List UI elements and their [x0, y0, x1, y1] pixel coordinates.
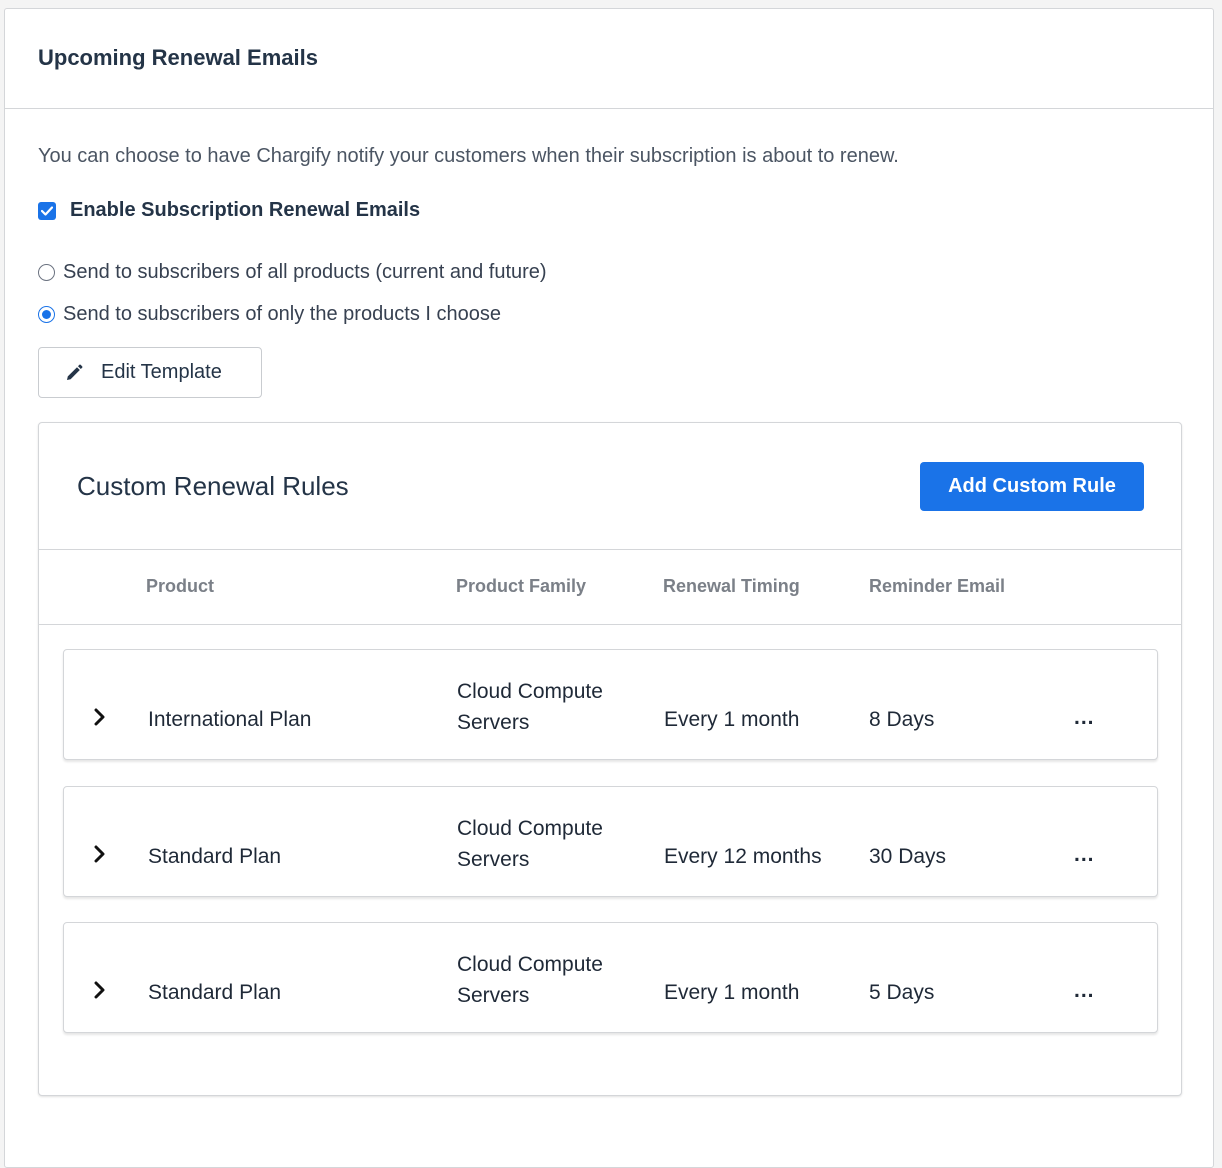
- radio-chosen-products[interactable]: [38, 306, 55, 323]
- column-header-renewal-timing: Renewal Timing: [663, 576, 800, 596]
- panel-title: Upcoming Renewal Emails: [38, 45, 318, 70]
- panel-header: Upcoming Renewal Emails: [5, 9, 1213, 109]
- rule-reminder-email: 5 Days: [869, 981, 935, 1004]
- column-header-reminder-email: Reminder Email: [869, 576, 1006, 596]
- column-header-product: Product: [146, 576, 215, 596]
- custom-renewal-rules-card: Custom Renewal Rules Add Custom Rule Pro…: [38, 422, 1182, 1096]
- rules-header: Custom Renewal Rules Add Custom Rule: [39, 423, 1181, 550]
- rule-product-family: Cloud Compute Servers: [457, 680, 603, 734]
- radio-all-products-row[interactable]: Send to subscribers of all products (cur…: [38, 261, 547, 284]
- rule-product: International Plan: [148, 708, 312, 731]
- rule-renewal-timing: Every 12 months: [664, 845, 822, 868]
- rule-more-actions-button[interactable]: ...: [1074, 706, 1095, 730]
- radio-chosen-products-label: Send to subscribers of only the products…: [63, 303, 502, 325]
- chevron-right-icon[interactable]: [94, 708, 106, 726]
- pencil-icon: [65, 364, 83, 382]
- enable-renewal-emails-checkbox[interactable]: [38, 201, 56, 220]
- rule-reminder-email: 30 Days: [869, 845, 947, 868]
- chevron-right-icon[interactable]: [94, 845, 106, 863]
- radio-chosen-products-row[interactable]: Send to subscribers of only the products…: [38, 303, 501, 326]
- checkmark-icon: [41, 205, 53, 216]
- enable-renewal-emails-checkbox-row[interactable]: Enable Subscription Renewal Emails: [38, 199, 420, 222]
- enable-renewal-emails-label: Enable Subscription Renewal Emails: [70, 199, 421, 221]
- edit-template-label: Edit Template: [101, 361, 222, 383]
- rule-reminder-email: 8 Days: [869, 708, 935, 731]
- rule-more-actions-button[interactable]: ...: [1074, 843, 1095, 867]
- rule-row[interactable]: International Plan Cloud Compute Servers…: [63, 649, 1158, 760]
- edit-template-button[interactable]: Edit Template: [38, 347, 262, 398]
- radio-all-products-label: Send to subscribers of all products (cur…: [63, 261, 547, 283]
- rule-more-actions-button[interactable]: ...: [1074, 979, 1095, 1003]
- renewal-emails-panel: Upcoming Renewal Emails You can choose t…: [4, 8, 1214, 1168]
- rule-product: Standard Plan: [148, 845, 282, 868]
- radio-all-products[interactable]: [38, 264, 55, 281]
- intro-text: You can choose to have Chargify notify y…: [38, 145, 899, 167]
- column-header-product-family: Product Family: [456, 576, 587, 596]
- rule-row[interactable]: Standard Plan Cloud Compute Servers Ever…: [63, 786, 1158, 897]
- rule-product-family: Cloud Compute Servers: [457, 953, 603, 1007]
- rule-renewal-timing: Every 1 month: [664, 981, 800, 1004]
- rules-table-header: Product Product Family Renewal Timing Re…: [39, 550, 1181, 625]
- rules-title: Custom Renewal Rules: [77, 471, 349, 501]
- rule-product: Standard Plan: [148, 981, 282, 1004]
- rule-row[interactable]: Standard Plan Cloud Compute Servers Ever…: [63, 922, 1158, 1033]
- rule-product-family: Cloud Compute Servers: [457, 817, 603, 871]
- add-custom-rule-button[interactable]: Add Custom Rule: [920, 462, 1144, 511]
- rule-renewal-timing: Every 1 month: [664, 708, 800, 731]
- chevron-right-icon[interactable]: [94, 981, 106, 999]
